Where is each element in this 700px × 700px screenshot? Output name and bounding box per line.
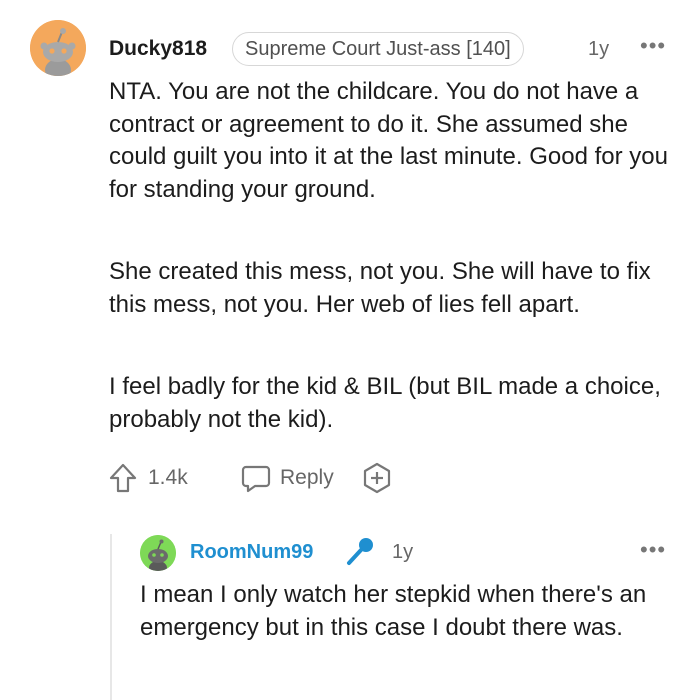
- add-award-icon: [363, 462, 391, 494]
- thread-line[interactable]: [110, 534, 112, 700]
- reply-more-options-icon[interactable]: •••: [640, 539, 666, 561]
- user-avatar[interactable]: [30, 20, 86, 76]
- reply-username[interactable]: RoomNum99: [190, 541, 313, 564]
- comment-paragraph: NTA. You are not the childcare. You do n…: [109, 78, 668, 203]
- reply-button[interactable]: Reply: [240, 462, 334, 494]
- comment-timestamp: 1y: [588, 38, 610, 60]
- vote-count: 1.4k: [148, 466, 188, 489]
- upvote-button[interactable]: 1.4k: [108, 462, 188, 494]
- reddit-snoo-icon: [30, 20, 86, 76]
- reply-label: Reply: [280, 466, 334, 489]
- microphone-icon: [344, 535, 376, 572]
- reddit-snoo-icon: [140, 535, 176, 571]
- comment-paragraph: I feel badly for the kid & BIL (but BIL …: [109, 373, 661, 433]
- reply-user-avatar[interactable]: [140, 535, 176, 571]
- reply-body: I mean I only watch her stepkid when the…: [140, 581, 647, 641]
- award-button[interactable]: [360, 461, 394, 495]
- upvote-arrow-icon: [109, 463, 137, 493]
- comment-username[interactable]: Ducky818: [109, 37, 207, 61]
- reply-bubble-icon: [241, 465, 271, 493]
- comment-paragraph: She created this mess, not you. She will…: [109, 258, 651, 318]
- reply-timestamp: 1y: [392, 541, 414, 563]
- user-flair: Supreme Court Just-ass [140]: [232, 32, 524, 66]
- more-options-icon[interactable]: •••: [640, 35, 666, 57]
